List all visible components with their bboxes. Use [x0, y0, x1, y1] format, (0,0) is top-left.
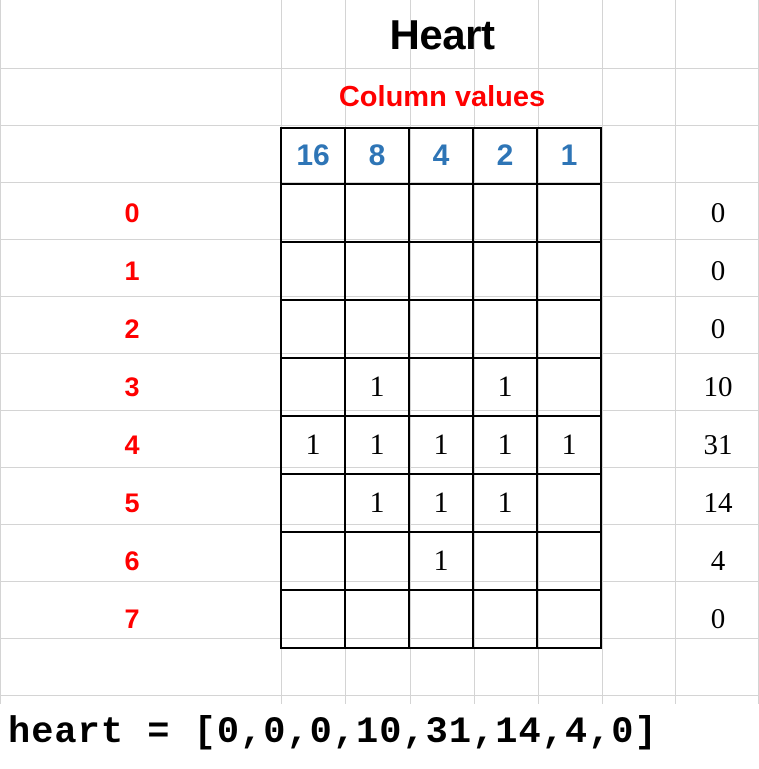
row-index-label: 4	[124, 430, 140, 460]
sheet-gridline-vertical	[0, 0, 1, 704]
bitmap-cell[interactable]	[282, 359, 346, 417]
bitmap-cell[interactable]	[410, 243, 474, 301]
bitmap-cell[interactable]	[474, 301, 538, 359]
bitmap-row: 1 1 1	[282, 475, 602, 533]
row-index-label: 6	[124, 546, 140, 576]
row-sum-value: 0	[710, 603, 726, 635]
bitmap-cell[interactable]: 1	[538, 417, 602, 475]
bitmap-cell[interactable]	[346, 533, 410, 591]
bitmap-row	[282, 301, 602, 359]
bitmap-cell-value: 1	[369, 428, 385, 461]
bitmap-cell[interactable]	[538, 359, 602, 417]
bitmap-cell-value: 1	[305, 428, 321, 461]
column-values-label: Column values	[338, 81, 546, 113]
bitmap-cell-value: 1	[433, 428, 449, 461]
bitmap-cell[interactable]: 1	[410, 417, 474, 475]
bitmap-row: 11	[282, 359, 602, 417]
bitmap-cell[interactable]	[538, 533, 602, 591]
bitmap-cell-value: 1	[497, 428, 513, 461]
sheet-gridline-horizontal	[0, 68, 759, 69]
bitmap-cell[interactable]: 1	[346, 417, 410, 475]
bitmap-cell[interactable]: 1	[346, 475, 410, 533]
row-index-label: 7	[124, 604, 140, 634]
row-index-label: 0	[124, 198, 140, 228]
bitmap-cell[interactable]	[538, 475, 602, 533]
row-sum-value: 0	[710, 313, 726, 345]
row-index-label: 5	[124, 488, 140, 518]
bitmap-cell[interactable]	[282, 301, 346, 359]
bitmap-cell[interactable]	[282, 533, 346, 591]
column-header-cell: 2	[474, 129, 538, 185]
column-header-cell: 1	[538, 129, 602, 185]
column-header-cell: 4	[410, 129, 474, 185]
bitmap-cell[interactable]	[474, 243, 538, 301]
bitmap-cell[interactable]	[282, 185, 346, 243]
bitmap-row	[282, 591, 602, 649]
row-sum-value: 0	[710, 255, 726, 287]
bitmap-cell[interactable]	[346, 591, 410, 649]
code-output-line: heart = [0,0,0,10,31,14,4,0]	[8, 712, 658, 754]
bitmap-row: 1 1 1 1 1	[282, 417, 602, 475]
bitmap-cell[interactable]	[346, 185, 410, 243]
bitmap-cell[interactable]: 1	[474, 475, 538, 533]
bitmap-row	[282, 243, 602, 301]
bitmap-cell-value: 1	[561, 428, 577, 461]
bitmap-cell-value: 1	[497, 370, 513, 403]
bitmap-cell[interactable]	[538, 243, 602, 301]
bitmap-cell[interactable]	[538, 301, 602, 359]
bitmap-cell[interactable]	[282, 243, 346, 301]
spreadsheet-canvas: Heart Column values 16 8 4 2 1 1 1 1 1 1 1 1 1 1 1 1 01…	[0, 0, 759, 769]
row-index-label: 2	[124, 314, 140, 344]
bitmap-cell[interactable]: 1	[474, 417, 538, 475]
bitmap-cell[interactable]	[282, 475, 346, 533]
bitmap-cell[interactable]	[474, 591, 538, 649]
bitmap-cell-value: 1	[433, 486, 449, 519]
bitmap-cell[interactable]: 1	[282, 417, 346, 475]
bitmap-cell[interactable]: 1	[474, 359, 538, 417]
bitmap-cell-value: 1	[433, 544, 449, 577]
bitmap-cell[interactable]	[474, 185, 538, 243]
bitmap-cell[interactable]	[538, 591, 602, 649]
bitmap-cell[interactable]	[346, 243, 410, 301]
row-sum-value: 10	[703, 371, 733, 403]
row-index-label: 1	[124, 256, 140, 286]
bitmap-cell[interactable]	[538, 185, 602, 243]
bitmap-cell[interactable]	[410, 301, 474, 359]
sheet-gridline-horizontal	[0, 125, 759, 126]
row-sum-value: 31	[703, 429, 733, 461]
bitmap-cell[interactable]	[410, 359, 474, 417]
bitmap-grid: 16 8 4 2 1 1 1 1 1 1 1 1 1 1 1 1	[280, 127, 602, 649]
bitmap-cell[interactable]: 1	[410, 533, 474, 591]
page-title: Heart	[389, 11, 495, 58]
bitmap-cell[interactable]	[410, 185, 474, 243]
bitmap-cell[interactable]	[410, 591, 474, 649]
bitmap-cell[interactable]: 1	[346, 359, 410, 417]
bitmap-cell[interactable]	[474, 533, 538, 591]
row-sum-value: 4	[710, 545, 726, 577]
row-sum-value: 0	[710, 197, 726, 229]
column-header-cell: 8	[346, 129, 410, 185]
bitmap-cell[interactable]	[282, 591, 346, 649]
bitmap-cell-value: 1	[369, 370, 385, 403]
column-header-cell: 16	[282, 129, 346, 185]
row-index-label: 3	[124, 372, 140, 402]
column-header-row: 16 8 4 2 1	[282, 129, 602, 185]
bitmap-cell[interactable]	[346, 301, 410, 359]
row-sum-value: 14	[703, 487, 733, 519]
bitmap-cell-value: 1	[497, 486, 513, 519]
bitmap-row	[282, 185, 602, 243]
bitmap-cell[interactable]: 1	[410, 475, 474, 533]
bitmap-row: 1	[282, 533, 602, 591]
sheet-gridline-horizontal	[0, 695, 759, 696]
bitmap-cell-value: 1	[369, 486, 385, 519]
